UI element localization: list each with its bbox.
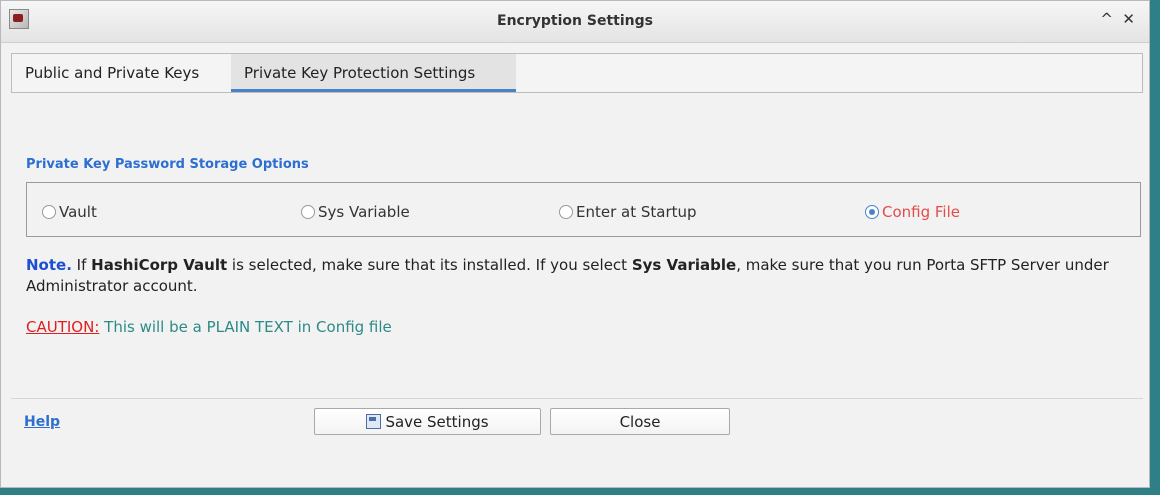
option-sys-variable[interactable]: Sys Variable bbox=[301, 203, 410, 221]
note-vault: HashiCorp Vault bbox=[91, 256, 228, 274]
save-icon bbox=[366, 414, 382, 429]
tab-private-key-protection-settings[interactable]: Private Key Protection Settings bbox=[231, 54, 516, 92]
save-settings-label: Save Settings bbox=[385, 412, 489, 431]
window-title: Encryption Settings bbox=[497, 13, 653, 29]
caution-text: This will be a PLAIN TEXT in Config file bbox=[99, 318, 392, 336]
storage-options-group: Vault Sys Variable Enter at Startup Conf… bbox=[26, 182, 1141, 237]
save-settings-button[interactable]: Save Settings bbox=[314, 408, 541, 435]
option-vault-label: Vault bbox=[59, 203, 97, 221]
radio-sys-variable[interactable] bbox=[301, 205, 315, 219]
caution-message: CAUTION: This will be a PLAIN TEXT in Co… bbox=[26, 318, 392, 336]
note-text: Note. If HashiCorp Vault is selected, ma… bbox=[26, 255, 1136, 297]
close-button-label: Close bbox=[619, 412, 661, 431]
tab-bar: Public and Private Keys Private Key Prot… bbox=[11, 53, 1143, 93]
maximize-icon[interactable]: ^ bbox=[1100, 10, 1113, 28]
option-config-file-label: Config File bbox=[882, 203, 960, 221]
radio-config-file[interactable] bbox=[865, 205, 879, 219]
encryption-settings-window: Encryption Settings ^ ✕ Public and Priva… bbox=[0, 0, 1150, 488]
option-config-file[interactable]: Config File bbox=[865, 203, 960, 221]
titlebar: Encryption Settings ^ ✕ bbox=[1, 1, 1149, 43]
radio-enter-at-startup[interactable] bbox=[559, 205, 573, 219]
section-title: Private Key Password Storage Options bbox=[26, 157, 309, 172]
note-sys-variable: Sys Variable bbox=[631, 256, 737, 274]
option-vault[interactable]: Vault bbox=[42, 203, 97, 221]
note-text-1: If bbox=[71, 256, 92, 274]
option-sys-variable-label: Sys Variable bbox=[318, 203, 410, 221]
tab-public-private-keys[interactable]: Public and Private Keys bbox=[12, 54, 231, 92]
close-icon[interactable]: ✕ bbox=[1122, 10, 1135, 28]
help-link[interactable]: Help bbox=[24, 414, 60, 430]
caution-label: CAUTION: bbox=[26, 318, 100, 336]
option-enter-at-startup-label: Enter at Startup bbox=[576, 203, 697, 221]
radio-vault[interactable] bbox=[42, 205, 56, 219]
footer-divider bbox=[11, 398, 1143, 399]
close-button[interactable]: Close bbox=[550, 408, 730, 435]
note-text-2: is selected, make sure that its installe… bbox=[227, 256, 632, 274]
note-label: Note. bbox=[26, 256, 72, 274]
option-enter-at-startup[interactable]: Enter at Startup bbox=[559, 203, 697, 221]
